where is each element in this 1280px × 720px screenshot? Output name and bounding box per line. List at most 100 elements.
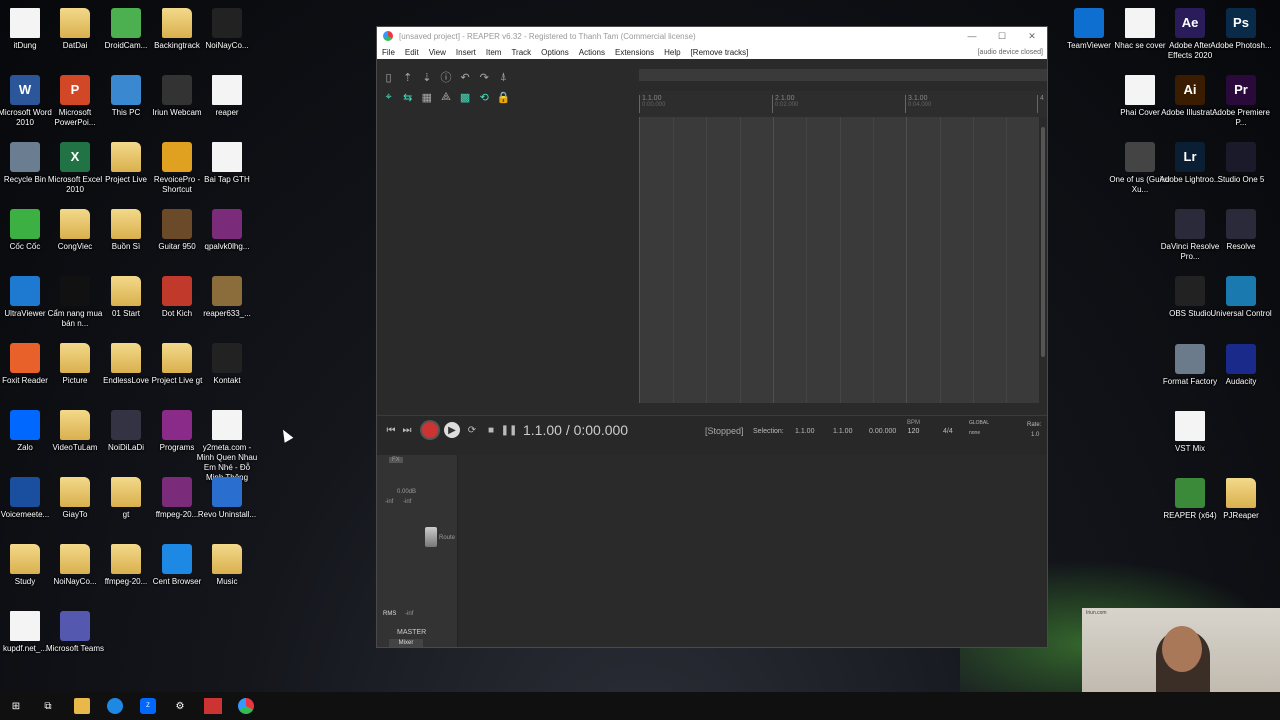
desktop-icon-image (162, 544, 192, 574)
bpm-display[interactable]: BPM 120 (907, 420, 920, 435)
desktop-icon-label: Bai Tap GTH (204, 175, 250, 184)
metronome-icon[interactable]: ⍋ (496, 69, 511, 85)
desktop-icon-label: Resolve (1226, 242, 1256, 251)
desktop-icon-image: Ps (1226, 8, 1256, 38)
fx-button[interactable]: FX (389, 457, 403, 463)
mouse-cursor (278, 427, 294, 443)
menu-edit[interactable]: Edit (405, 48, 419, 57)
menu-insert[interactable]: Insert (456, 48, 476, 57)
start-icon[interactable]: ⊞ (8, 698, 24, 714)
desktop-icon[interactable]: y2meta.com - Minh Quen Nhau Em Nhé - Đỗ … (196, 404, 258, 482)
save-project-icon[interactable]: ⇣ (419, 69, 434, 85)
ripple-edit-icon[interactable]: ⇆ (400, 89, 415, 105)
snap-toggle-icon[interactable]: ▩ (458, 89, 473, 105)
desktop-icon-image (212, 209, 242, 239)
desktop-icon[interactable]: reaper (196, 69, 258, 135)
loop-toggle-button[interactable]: ⟳ (464, 422, 480, 438)
time-selection-bar[interactable] (639, 69, 1047, 81)
menu-help[interactable]: Help (664, 48, 680, 57)
menu-track[interactable]: Track (511, 48, 531, 57)
maximize-button[interactable]: ☐ (987, 27, 1017, 45)
menu-extensions[interactable]: Extensions (615, 48, 654, 57)
envelope-icon[interactable]: ⟁ (438, 89, 453, 105)
desktop-icon-image (111, 276, 141, 306)
close-button[interactable]: ✕ (1017, 27, 1047, 45)
desktop-icon-label: reaper633_... (203, 309, 251, 318)
desktop-icon[interactable]: Kontakt (196, 337, 258, 403)
desktop-icon-label: Adobe Premiere P... (1212, 108, 1270, 127)
loop-icon[interactable]: ⟲ (477, 89, 492, 105)
desktop-icon-image (212, 410, 242, 440)
desktop-icon[interactable]: VST Mix (1159, 405, 1221, 471)
voicemeeter-icon[interactable] (204, 698, 222, 714)
menu-file[interactable]: File (382, 48, 395, 57)
menu-options[interactable]: Options (541, 48, 569, 57)
desktop-icon-image (111, 142, 141, 172)
menu-item[interactable]: Item (486, 48, 502, 57)
desktop-icon-image (1125, 142, 1155, 172)
timeline-ruler[interactable]: 1.1.00 0:00.000 2.1.00 0:02.000 3.1.00 0:04… (639, 91, 1047, 117)
project-settings-icon[interactable]: ⓘ (438, 69, 453, 85)
desktop-icon[interactable]: Ps Adobe Photosh... (1210, 2, 1272, 68)
redo-icon[interactable]: ↷ (477, 69, 492, 85)
master-volume-fader[interactable] (425, 527, 437, 547)
cent-browser-icon[interactable] (107, 698, 123, 714)
desktop-icon[interactable]: Resolve (1210, 203, 1272, 269)
desktop-icon-image (10, 209, 40, 239)
settings-icon[interactable]: ⚙ (172, 698, 188, 714)
desktop-icon[interactable]: Bai Tap GTH (196, 136, 258, 202)
menu-remove-tracks[interactable]: [Remove tracks] (691, 48, 749, 57)
menu-actions[interactable]: Actions (579, 48, 605, 57)
go-to-end-button[interactable]: ⏭ (399, 422, 415, 438)
route-button[interactable]: Route (439, 535, 455, 541)
menu-view[interactable]: View (429, 48, 446, 57)
stop-button[interactable]: ■ (483, 422, 499, 438)
arrange-view[interactable] (639, 117, 1040, 403)
minimize-button[interactable]: — (957, 27, 987, 45)
play-button[interactable]: ▶ (444, 422, 460, 438)
desktop-icon[interactable]: Studio One 5 (1210, 136, 1272, 202)
lock-icon[interactable]: 🔒 (496, 89, 511, 105)
go-to-start-button[interactable]: ⏮ (383, 422, 399, 438)
new-project-icon[interactable]: ▯ (381, 69, 396, 85)
undo-icon[interactable]: ↶ (458, 69, 473, 85)
pause-button[interactable]: ❚❚ (501, 422, 518, 438)
global-mode[interactable]: none (969, 430, 980, 436)
task-view-icon[interactable]: ⧉ (40, 698, 56, 714)
desktop-icon-label: VST Mix (1174, 444, 1206, 453)
record-button[interactable]: ● (422, 422, 438, 438)
file-explorer-icon[interactable] (74, 698, 90, 714)
desktop-icon[interactable]: qpalvk0lhg... (196, 203, 258, 269)
rms-label: RMS (383, 611, 397, 617)
arrange-scrollbar[interactable] (1039, 117, 1047, 407)
desktop-icon-label: Universal Control (1210, 309, 1272, 318)
desktop-icon[interactable]: reaper633_... (196, 270, 258, 336)
desktop-icon[interactable]: Music (196, 538, 258, 604)
time-display[interactable]: 1.1.00 / 0:00.000 (523, 422, 628, 438)
desktop-icon-image (111, 343, 141, 373)
selection-length[interactable]: 0.00.000 (869, 428, 896, 435)
desktop-icon[interactable]: Audacity (1210, 338, 1272, 404)
time-signature[interactable]: 4/4 (943, 428, 953, 435)
grid-icon[interactable]: ▦ (419, 89, 434, 105)
zalo-icon[interactable]: Z (140, 698, 156, 714)
selection-start[interactable]: 1.1.00 (795, 428, 814, 435)
mixer-tab[interactable]: Mixer (389, 639, 423, 647)
desktop-icon-image (1175, 344, 1205, 374)
desktop-icon[interactable]: Universal Control (1210, 270, 1272, 336)
desktop-icon[interactable]: Microsoft Teams (44, 605, 106, 671)
desktop-icon[interactable]: PJReaper (1210, 472, 1272, 538)
reaper-titlebar[interactable]: [unsaved project] - REAPER v6.32 - Regis… (377, 27, 1047, 45)
track-control-panel[interactable] (377, 69, 639, 403)
selection-end[interactable]: 1.1.00 (833, 428, 852, 435)
rate-value[interactable]: 1.0 (1031, 432, 1039, 438)
grid-snap-icon[interactable]: ⌖ (381, 89, 396, 105)
master-track-strip: FX 0.00dB -inf -inf Route RMS -inf MASTE… (377, 455, 458, 647)
desktop-icon-image (111, 477, 141, 507)
open-project-icon[interactable]: ⇡ (400, 69, 415, 85)
reaper-taskbar-icon[interactable] (238, 698, 254, 714)
desktop-icon[interactable]: NoiNayCo... (196, 2, 258, 68)
desktop-icon[interactable]: Revo Uninstall... (196, 471, 258, 537)
desktop-icon-image (162, 276, 192, 306)
desktop-icon[interactable]: Pr Adobe Premiere P... (1210, 69, 1272, 135)
